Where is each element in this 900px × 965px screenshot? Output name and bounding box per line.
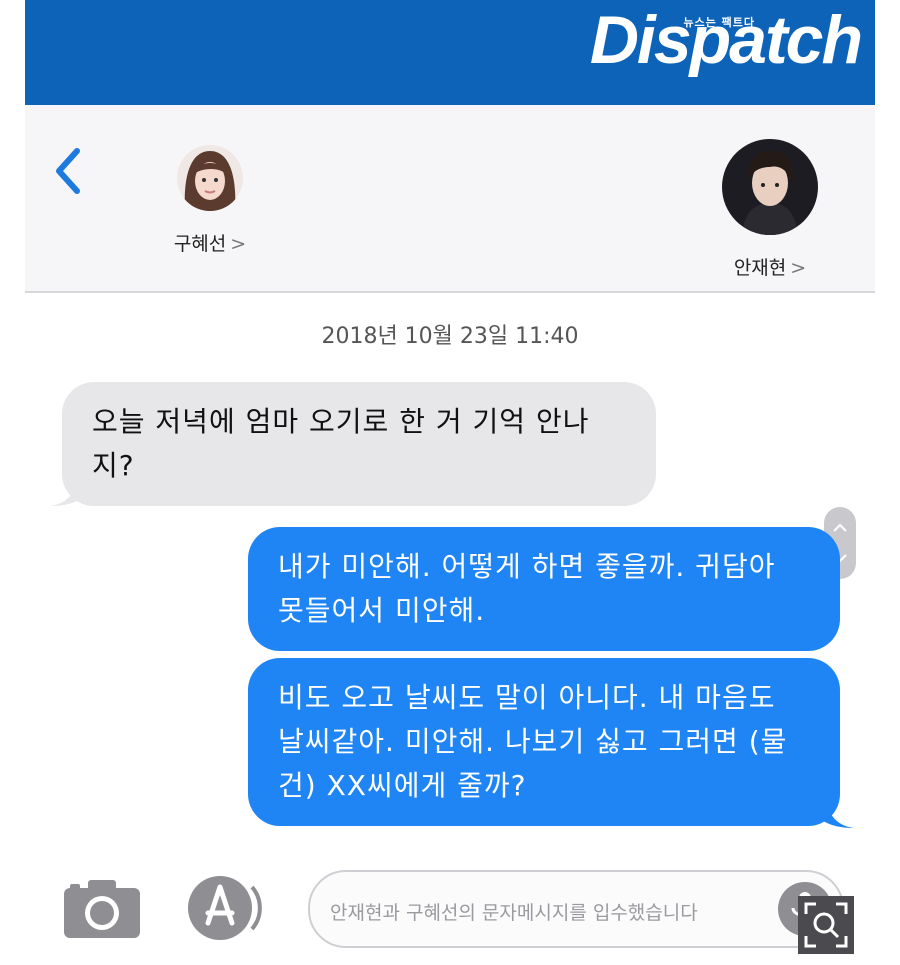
outgoing-bubble-tail <box>822 798 854 828</box>
dispatch-banner: 뉴스는 팩트다 Dispatch <box>25 0 875 105</box>
contact-name-left: 구혜선 > <box>173 233 247 255</box>
incoming-message-bubble: 오늘 저녁에 엄마 오기로 한 거 기억 안나지? <box>62 382 656 506</box>
conversation-header: 구혜선 > 안재현 > <box>25 105 875 293</box>
contact-avatar-right <box>722 139 818 235</box>
zoom-icon <box>804 902 848 948</box>
outgoing-message-bubble: 비도 오고 날씨도 말이 아니다. 내 마음도 날씨같아. 미안해. 나보기 싫… <box>248 658 840 826</box>
contact-avatar-left <box>177 145 243 211</box>
zoom-button[interactable] <box>798 896 854 954</box>
incoming-bubble-tail <box>50 476 82 506</box>
message-input[interactable]: 안재현과 구혜선의 문자메시지를 입수했습니다 <box>308 870 844 948</box>
app-store-icon[interactable] <box>186 873 264 943</box>
outgoing-message-bubble: 내가 미안해. 어떻게 하면 좋을까. 귀담아 못들어서 미안해. <box>248 527 840 651</box>
contact-left[interactable]: 구혜선 > <box>150 145 270 256</box>
contact-name-right: 안재현 > <box>733 257 807 279</box>
message-timestamp: 2018년 10월 23일 11:40 <box>321 324 579 349</box>
message-input-placeholder: 안재현과 구혜선의 문자메시지를 입수했습니다 <box>330 902 698 924</box>
back-chevron-icon[interactable] <box>49 145 89 197</box>
dispatch-logo: Dispatch <box>589 2 863 78</box>
camera-icon[interactable] <box>62 876 142 940</box>
contact-right[interactable]: 안재현 > <box>705 139 835 280</box>
